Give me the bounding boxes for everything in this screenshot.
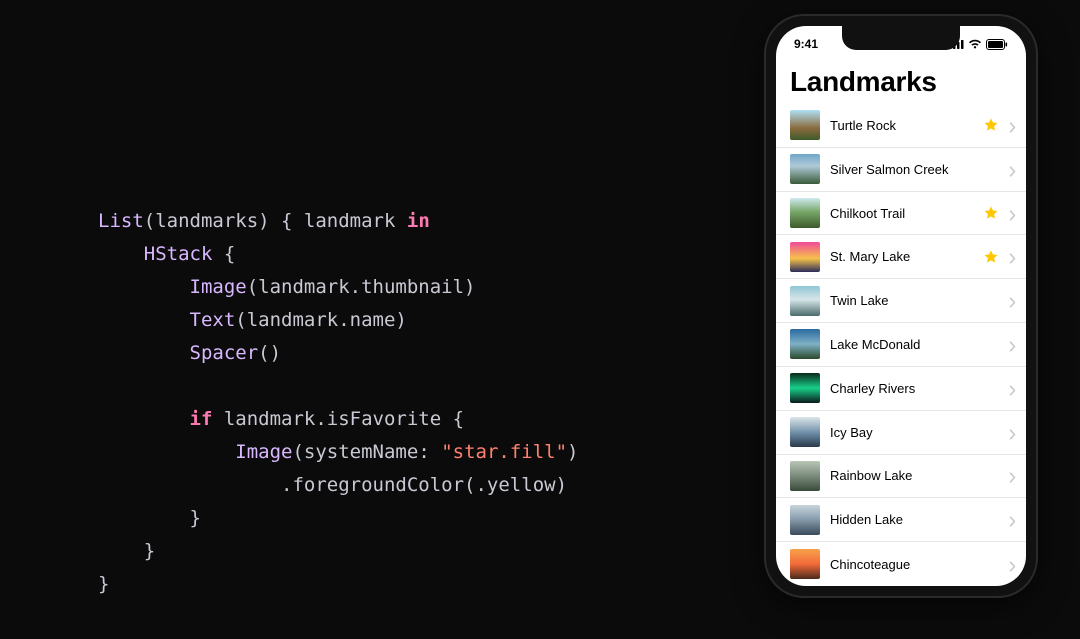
chevron-right-icon xyxy=(1009,208,1016,219)
star-icon xyxy=(983,117,999,133)
star-icon xyxy=(983,249,999,265)
code-token: () xyxy=(258,342,281,364)
code-token: if xyxy=(190,408,213,430)
list-item[interactable]: Turtle Rock xyxy=(776,104,1026,148)
landmark-thumbnail xyxy=(790,110,820,140)
chevron-right-icon xyxy=(1009,470,1016,481)
code-token: in xyxy=(407,210,430,232)
star-icon xyxy=(983,205,999,221)
list-item[interactable]: Icy Bay xyxy=(776,411,1026,455)
landmark-name: Icy Bay xyxy=(830,425,999,440)
iphone-device-frame: 9:41 Landmarks Turtle Rock Silver Salmon … xyxy=(764,14,1038,598)
code-token: } xyxy=(144,540,155,562)
code-token: Image xyxy=(190,276,247,298)
list-item[interactable]: Chincoteague xyxy=(776,542,1026,586)
landmark-thumbnail xyxy=(790,242,820,272)
chevron-right-icon xyxy=(1009,514,1016,525)
landmark-thumbnail xyxy=(790,549,820,579)
code-token: Spacer xyxy=(190,342,259,364)
chevron-right-icon xyxy=(1009,164,1016,175)
list-item[interactable]: Chilkoot Trail xyxy=(776,192,1026,236)
code-token: (landmark.name) xyxy=(235,309,407,331)
status-time: 9:41 xyxy=(794,37,818,51)
chevron-right-icon xyxy=(1009,383,1016,394)
battery-icon xyxy=(986,39,1008,50)
list-item[interactable]: Rainbow Lake xyxy=(776,455,1026,499)
list-item[interactable]: Lake McDonald xyxy=(776,323,1026,367)
page-title: Landmarks xyxy=(776,62,1026,104)
landmark-list[interactable]: Turtle Rock Silver Salmon Creek Chilkoot T… xyxy=(776,104,1026,586)
landmark-thumbnail xyxy=(790,154,820,184)
list-item[interactable]: Twin Lake xyxy=(776,279,1026,323)
code-token: } xyxy=(98,573,109,595)
code-token: { xyxy=(212,243,235,265)
landmark-name: Twin Lake xyxy=(830,293,999,308)
landmark-thumbnail xyxy=(790,286,820,316)
chevron-right-icon xyxy=(1009,120,1016,131)
iphone-screen: 9:41 Landmarks Turtle Rock Silver Salmon … xyxy=(776,26,1026,586)
chevron-right-icon xyxy=(1009,295,1016,306)
code-token: List xyxy=(98,210,144,232)
wifi-icon xyxy=(968,39,982,49)
landmark-thumbnail xyxy=(790,505,820,535)
landmark-thumbnail xyxy=(790,373,820,403)
code-token: .foregroundColor(.yellow) xyxy=(281,474,567,496)
landmark-name: Hidden Lake xyxy=(830,512,999,527)
landmark-thumbnail xyxy=(790,198,820,228)
landmark-thumbnail xyxy=(790,329,820,359)
list-item[interactable]: Silver Salmon Creek xyxy=(776,148,1026,192)
code-token: (landmark.thumbnail) xyxy=(247,276,476,298)
landmark-name: St. Mary Lake xyxy=(830,249,973,264)
code-token: Text xyxy=(190,309,236,331)
code-token: "star.fill" xyxy=(441,441,567,463)
chevron-right-icon xyxy=(1009,559,1016,570)
landmark-name: Lake McDonald xyxy=(830,337,999,352)
chevron-right-icon xyxy=(1009,427,1016,438)
landmark-name: Chilkoot Trail xyxy=(830,206,973,221)
code-token: } xyxy=(190,507,201,529)
swiftui-code-snippet: List(landmarks) { landmark in HStack { I… xyxy=(98,172,658,601)
landmark-thumbnail xyxy=(790,417,820,447)
code-token: Image xyxy=(235,441,292,463)
notch xyxy=(842,26,960,50)
landmark-thumbnail xyxy=(790,461,820,491)
list-item[interactable]: St. Mary Lake xyxy=(776,235,1026,279)
chevron-right-icon xyxy=(1009,251,1016,262)
code-token: ) xyxy=(567,441,578,463)
chevron-right-icon xyxy=(1009,339,1016,350)
landmark-name: Turtle Rock xyxy=(830,118,973,133)
landmark-name: Silver Salmon Creek xyxy=(830,162,999,177)
code-token: (systemName: xyxy=(292,441,441,463)
list-item[interactable]: Charley Rivers xyxy=(776,367,1026,411)
code-token: HStack xyxy=(144,243,213,265)
landmark-name: Rainbow Lake xyxy=(830,468,999,483)
landmark-name: Chincoteague xyxy=(830,557,999,572)
code-token: (landmarks) { landmark xyxy=(144,210,407,232)
landmark-name: Charley Rivers xyxy=(830,381,999,396)
list-item[interactable]: Hidden Lake xyxy=(776,498,1026,542)
code-token: landmark.isFavorite { xyxy=(212,408,464,430)
